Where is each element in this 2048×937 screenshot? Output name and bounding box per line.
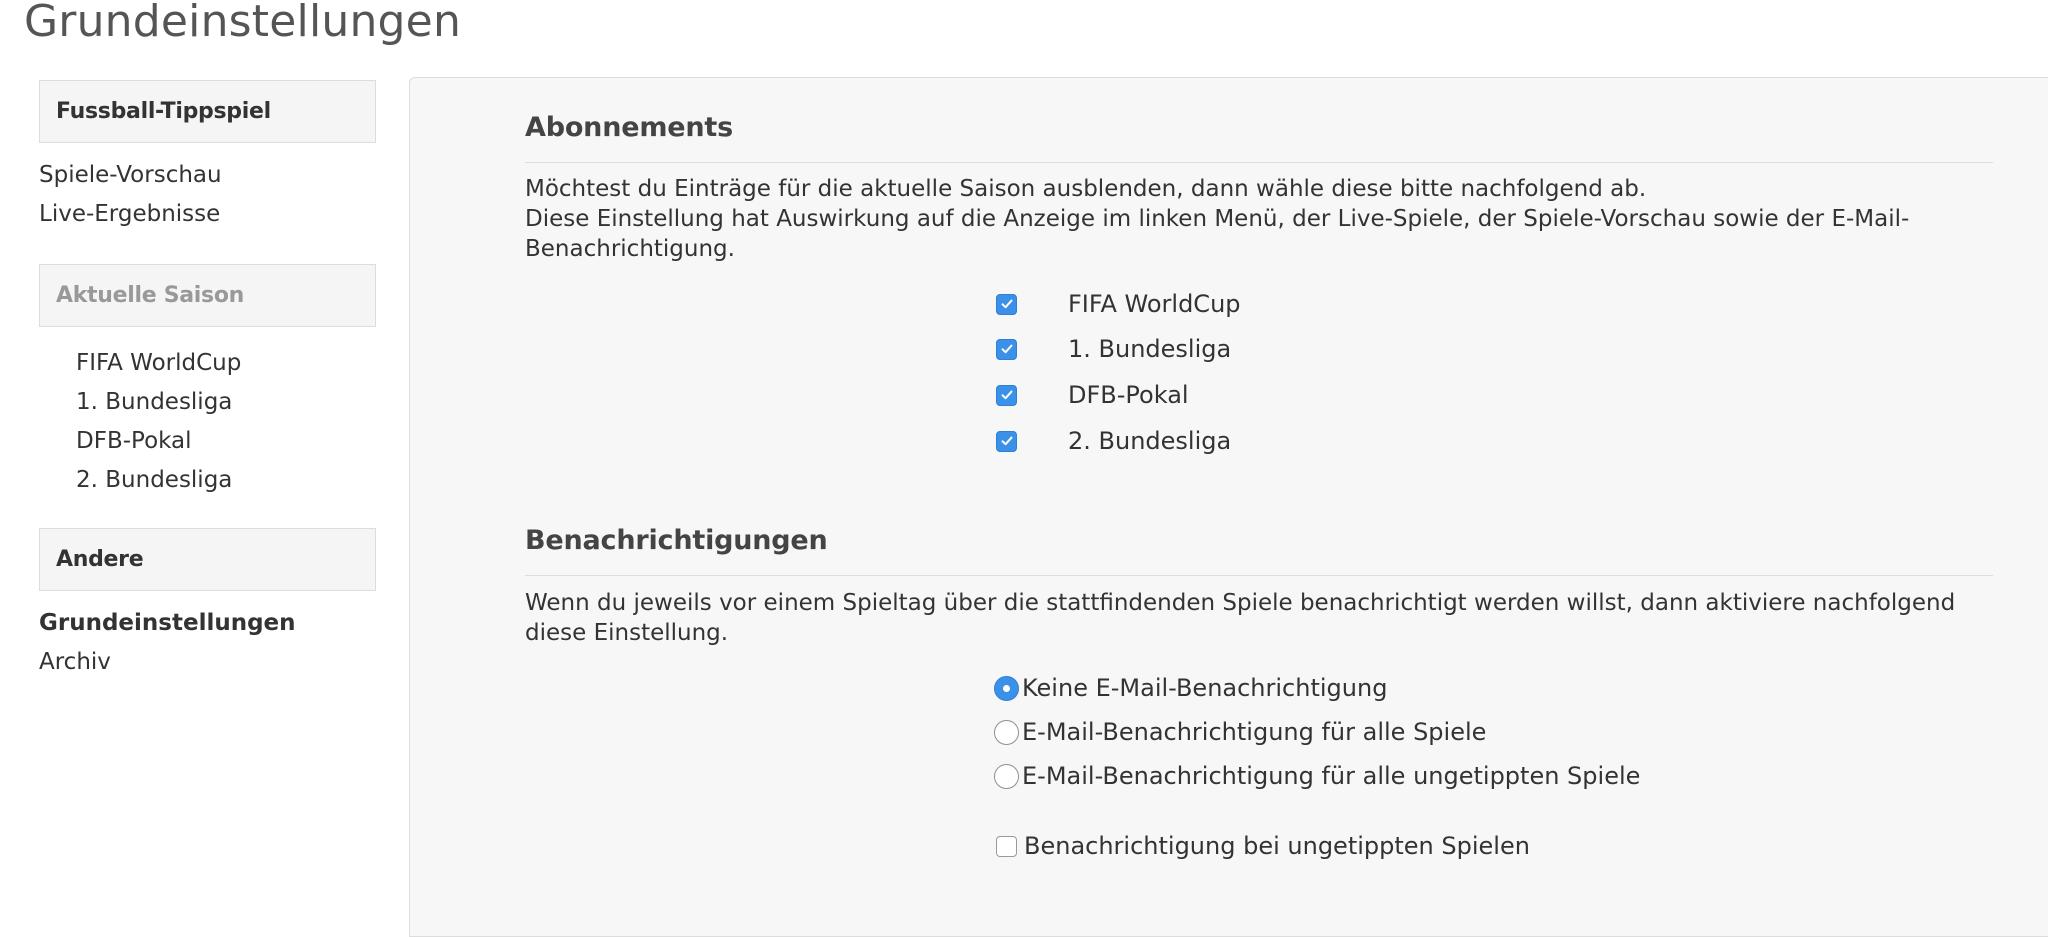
sidebar-item-live-ergebnisse[interactable]: Live-Ergebnisse — [39, 195, 376, 234]
sidebar-list-andere: Grundeinstellungen Archiv — [39, 604, 376, 682]
checkbox-checked-icon[interactable] — [996, 384, 1017, 406]
subscription-label-fifa-worldcup: FIFA WorldCup — [1068, 290, 1241, 318]
untipped-notification-label: Benachrichtigung bei ungetippten Spielen — [1024, 832, 1530, 860]
sidebar-item-1-bundesliga[interactable]: 1. Bundesliga — [39, 383, 376, 422]
subscription-checkbox-2-bundesliga[interactable]: 2. Bundesliga — [996, 426, 1231, 456]
subscriptions-divider — [525, 162, 1993, 163]
subscriptions-description: Möchtest du Einträge für die aktuelle Sa… — [525, 174, 1995, 264]
sidebar-item-dfb-pokal[interactable]: DFB-Pokal — [39, 422, 376, 461]
sidebar-list-aktuelle-saison: FIFA WorldCup 1. Bundesliga DFB-Pokal 2.… — [39, 344, 376, 500]
checkbox-checked-icon[interactable] — [996, 293, 1017, 315]
notification-radio-alle-spiele[interactable]: E-Mail-Benachrichtigung für alle Spiele — [994, 717, 1486, 747]
sidebar-item-2-bundesliga[interactable]: 2. Bundesliga — [39, 461, 376, 500]
subscription-checkbox-dfb-pokal[interactable]: DFB-Pokal — [996, 380, 1189, 410]
subscriptions-description-line2: Diese Einstellung hat Auswirkung auf die… — [525, 206, 1910, 262]
sidebar-list-tippspiel: Spiele-Vorschau Live-Ergebnisse — [39, 156, 376, 234]
sidebar-header-andere: Andere — [39, 528, 376, 591]
subscriptions-title: Abonnements — [525, 112, 733, 143]
untipped-notification-checkbox[interactable]: Benachrichtigung bei ungetippten Spielen — [996, 831, 1530, 861]
notification-option-label-keine: Keine E-Mail-Benachrichtigung — [1022, 674, 1388, 702]
subscription-label-dfb-pokal: DFB-Pokal — [1068, 381, 1189, 409]
sidebar-header-aktuelle-saison: Aktuelle Saison — [39, 264, 376, 327]
sidebar-item-spiele-vorschau[interactable]: Spiele-Vorschau — [39, 156, 376, 195]
sidebar-item-archiv[interactable]: Archiv — [39, 643, 376, 682]
subscription-checkbox-1-bundesliga[interactable]: 1. Bundesliga — [996, 334, 1231, 364]
page-title: Grundeinstellungen — [24, 0, 462, 47]
notification-option-label-ungetippte-spiele: E-Mail-Benachrichtigung für alle ungetip… — [1022, 762, 1641, 790]
checkbox-unchecked-icon[interactable] — [996, 835, 1017, 857]
radio-unselected-icon[interactable] — [994, 763, 1019, 789]
sidebar: Fussball-Tippspiel Spiele-Vorschau Live-… — [39, 80, 376, 682]
checkbox-checked-icon[interactable] — [996, 430, 1017, 452]
subscriptions-description-line1: Möchtest du Einträge für die aktuelle Sa… — [525, 176, 1647, 202]
notification-radio-ungetippte-spiele[interactable]: E-Mail-Benachrichtigung für alle ungetip… — [994, 761, 1640, 791]
radio-selected-icon[interactable] — [994, 675, 1019, 701]
notifications-title: Benachrichtigungen — [525, 525, 828, 556]
subscription-label-1-bundesliga: 1. Bundesliga — [1068, 335, 1232, 363]
sidebar-item-grundeinstellungen[interactable]: Grundeinstellungen — [39, 604, 376, 643]
sidebar-header-tippspiel: Fussball-Tippspiel — [39, 80, 376, 143]
notifications-divider — [525, 575, 1993, 576]
sidebar-item-fifa-worldcup[interactable]: FIFA WorldCup — [39, 344, 376, 383]
checkbox-checked-icon[interactable] — [996, 338, 1017, 360]
notification-radio-keine[interactable]: Keine E-Mail-Benachrichtigung — [994, 673, 1387, 703]
notifications-description: Wenn du jeweils vor einem Spieltag über … — [525, 590, 1956, 646]
radio-unselected-icon[interactable] — [994, 719, 1019, 745]
subscription-checkbox-fifa-worldcup[interactable]: FIFA WorldCup — [996, 289, 1241, 319]
subscription-label-2-bundesliga: 2. Bundesliga — [1068, 427, 1232, 455]
notification-option-label-alle-spiele: E-Mail-Benachrichtigung für alle Spiele — [1022, 718, 1487, 746]
